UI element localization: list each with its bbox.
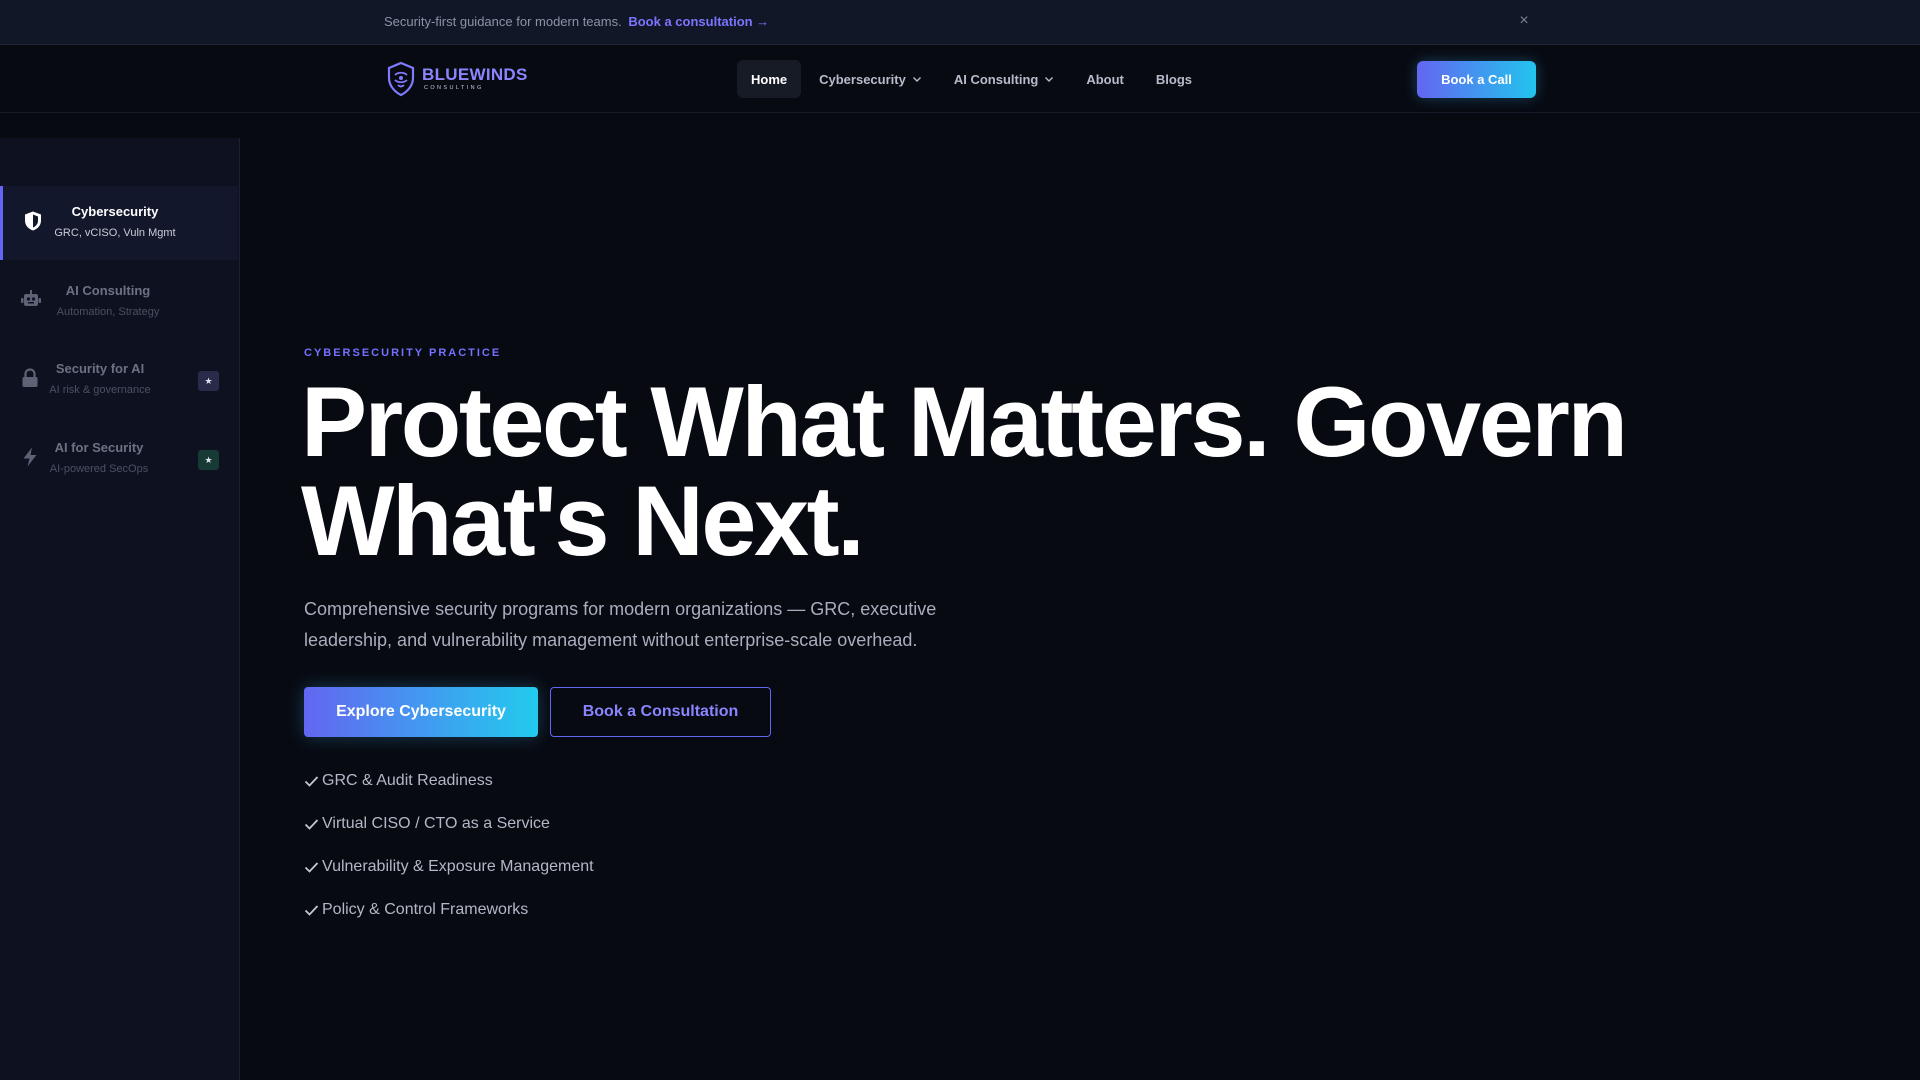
sidebar-item-title: AI Consulting — [65, 283, 151, 298]
announcement-message: Security-first guidance for modern teams… — [384, 14, 622, 29]
sidebar-item-ai-for-security[interactable]: AI for Security AI-powered SecOps ★ — [0, 422, 238, 496]
announcement-text: Security-first guidance for modern teams… — [384, 14, 769, 29]
check-icon — [304, 861, 319, 873]
book-call-button[interactable]: Book a Call — [1417, 61, 1536, 98]
close-icon[interactable]: × — [1514, 11, 1534, 31]
check-icon — [304, 775, 319, 787]
nav-home-label: Home — [751, 71, 788, 87]
check-icon — [304, 818, 319, 830]
feature-text: Virtual CISO / CTO as a Service — [322, 815, 550, 832]
hero-title-line-1: Protect What Matters. Govern — [301, 366, 1628, 477]
feature-list: GRC & Audit Readiness Virtual CISO / CTO… — [304, 770, 594, 942]
sidebar-item-subtitle: Automation, Strategy — [56, 306, 160, 318]
nav-cybersecurity[interactable]: Cybersecurity — [805, 60, 936, 98]
main-nav: Home Cybersecurity AI Consulting About B… — [737, 60, 1210, 98]
sidebar-item-subtitle: AI risk & governance — [49, 384, 151, 396]
hero-title: Protect What Matters. Govern What's Next… — [301, 372, 1701, 570]
logo-shield-icon — [387, 61, 415, 97]
book-consultation-link[interactable]: Book a consultation → — [628, 14, 769, 29]
feature-text: GRC & Audit Readiness — [322, 772, 493, 789]
chevron-down-icon — [1045, 77, 1054, 82]
nav-blogs-label: Blogs — [1155, 71, 1193, 87]
logo-name: BLUEWINDS — [422, 65, 528, 85]
sidebar-item-security-for-ai[interactable]: Security for AI AI risk & governance ★ — [0, 343, 238, 417]
feature-text: Policy & Control Frameworks — [322, 901, 529, 918]
list-item: Virtual CISO / CTO as a Service — [304, 813, 594, 835]
sidebar-item-subtitle: AI-powered SecOps — [49, 463, 149, 475]
feature-text: Vulnerability & Exposure Management — [322, 858, 594, 875]
star-badge: ★ — [198, 450, 219, 470]
explore-cybersecurity-button[interactable]: Explore Cybersecurity — [304, 687, 538, 737]
list-item: GRC & Audit Readiness — [304, 770, 594, 792]
nav-ai-consulting-label: AI Consulting — [953, 71, 1039, 87]
sidebar-item-title: AI for Security — [54, 440, 144, 455]
hero-eyebrow: CYBERSECURITY PRACTICE — [304, 347, 502, 359]
star-badge: ★ — [198, 371, 219, 391]
announcement-bar: Security-first guidance for modern teams… — [0, 0, 1920, 45]
nav-cybersecurity-label: Cybersecurity — [819, 71, 906, 87]
list-item: Policy & Control Frameworks — [304, 899, 594, 921]
logo[interactable]: BLUEWINDS CONSULTING — [386, 60, 528, 98]
site-header: BLUEWINDS CONSULTING Home Cybersecurity … — [0, 45, 1920, 113]
services-sidebar: Cybersecurity GRC, vCISO, Vuln Mgmt AI C… — [0, 138, 240, 1080]
sidebar-item-title: Security for AI — [55, 361, 145, 376]
sidebar-item-ai-consulting[interactable]: AI Consulting Automation, Strategy — [0, 265, 238, 339]
hero-description: Comprehensive security programs for mode… — [304, 599, 937, 650]
chevron-down-icon — [912, 77, 921, 82]
logo-tagline: CONSULTING — [424, 85, 484, 92]
nav-blogs[interactable]: Blogs — [1142, 60, 1206, 98]
list-item: Vulnerability & Exposure Management — [304, 856, 594, 878]
check-icon — [304, 904, 319, 916]
sidebar-item-subtitle: GRC, vCISO, Vuln Mgmt — [54, 227, 176, 239]
sidebar-item-title: Cybersecurity — [71, 204, 159, 219]
nav-ai-consulting[interactable]: AI Consulting — [940, 60, 1069, 98]
nav-about-label: About — [1086, 71, 1124, 87]
hero-title-line-2: What's Next. — [301, 465, 865, 576]
sidebar-item-cybersecurity[interactable]: Cybersecurity GRC, vCISO, Vuln Mgmt — [0, 186, 238, 260]
nav-about[interactable]: About — [1072, 60, 1138, 98]
book-consultation-button[interactable]: Book a Consultation — [550, 687, 771, 737]
nav-home[interactable]: Home — [737, 60, 802, 98]
